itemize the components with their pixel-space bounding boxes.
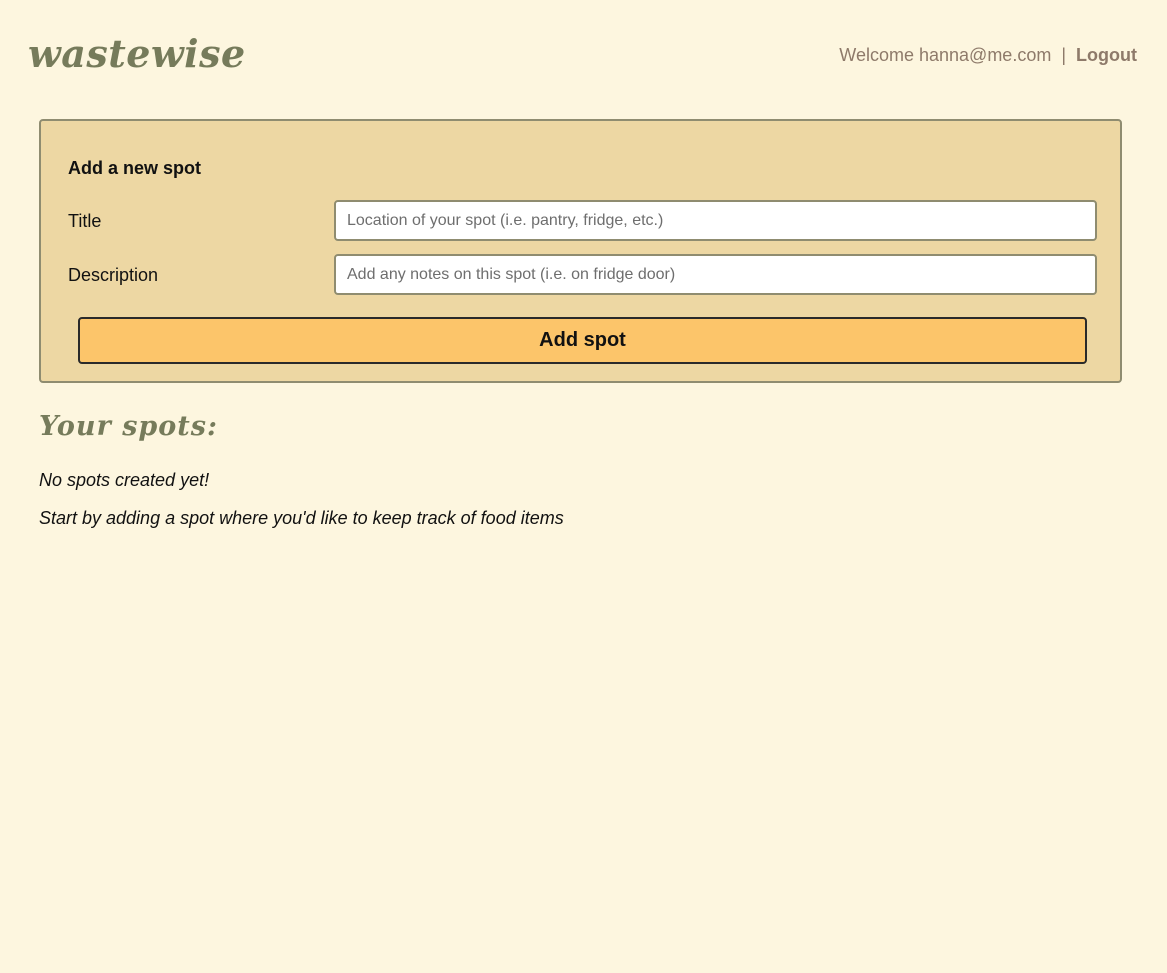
title-label: Title: [68, 211, 102, 231]
empty-state-message: No spots created yet!: [39, 470, 210, 490]
user-nav: Welcome hanna@me.com | Logout: [839, 44, 1137, 66]
spots-heading: Your spots:: [39, 411, 218, 442]
app-header: wastewise Welcome hanna@me.com | Logout: [0, 0, 1167, 110]
add-spot-button[interactable]: Add spot: [78, 317, 1087, 364]
welcome-text: Welcome hanna@me.com: [839, 45, 1052, 65]
empty-state-hint: Start by adding a spot where you'd like …: [39, 508, 564, 528]
title-input[interactable]: [334, 200, 1097, 241]
description-input[interactable]: [334, 254, 1097, 295]
nav-separator: |: [1061, 45, 1067, 65]
description-label: Description: [68, 265, 159, 285]
app-logo[interactable]: wastewise: [28, 28, 246, 80]
logout-link[interactable]: Logout: [1076, 45, 1137, 65]
form-title: Add a new spot: [68, 158, 202, 178]
add-spot-form: Add a new spot Title Description Add spo…: [39, 119, 1122, 383]
